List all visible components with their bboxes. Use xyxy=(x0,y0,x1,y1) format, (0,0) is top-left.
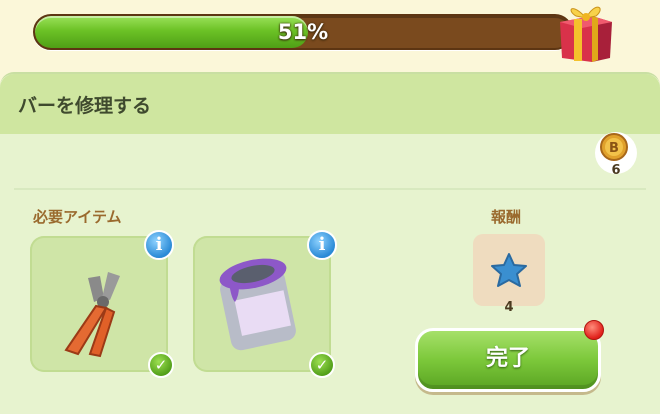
reward-count: 4 xyxy=(504,300,514,315)
paint-can-icon xyxy=(213,252,313,360)
blue-star-icon xyxy=(490,251,528,293)
pliers-icon xyxy=(48,258,148,362)
coin-counter: B 6 xyxy=(593,130,639,186)
required-item-card[interactable]: i ✓ xyxy=(193,230,337,378)
info-button[interactable]: i xyxy=(307,230,337,260)
panel-header: バーを修理する xyxy=(0,74,660,134)
done-button[interactable]: 完了 xyxy=(415,328,601,392)
info-button[interactable]: i xyxy=(144,230,174,260)
reward-label: 報酬 xyxy=(491,208,522,226)
required-item-card[interactable]: i ✓ xyxy=(30,230,174,378)
panel-title: バーを修理する xyxy=(18,95,152,117)
progress-percent: 51% xyxy=(277,20,329,44)
notification-dot xyxy=(584,320,604,340)
required-items-label: 必要アイテム xyxy=(33,208,122,226)
progress-bar: 51% xyxy=(33,14,573,50)
divider xyxy=(14,188,646,190)
coin-count: 6 xyxy=(611,163,621,178)
check-icon: ✓ xyxy=(309,352,335,378)
check-icon: ✓ xyxy=(148,352,174,378)
gift-box-icon[interactable] xyxy=(552,0,618,66)
svg-text:B: B xyxy=(609,141,619,156)
reward-card xyxy=(473,234,545,306)
